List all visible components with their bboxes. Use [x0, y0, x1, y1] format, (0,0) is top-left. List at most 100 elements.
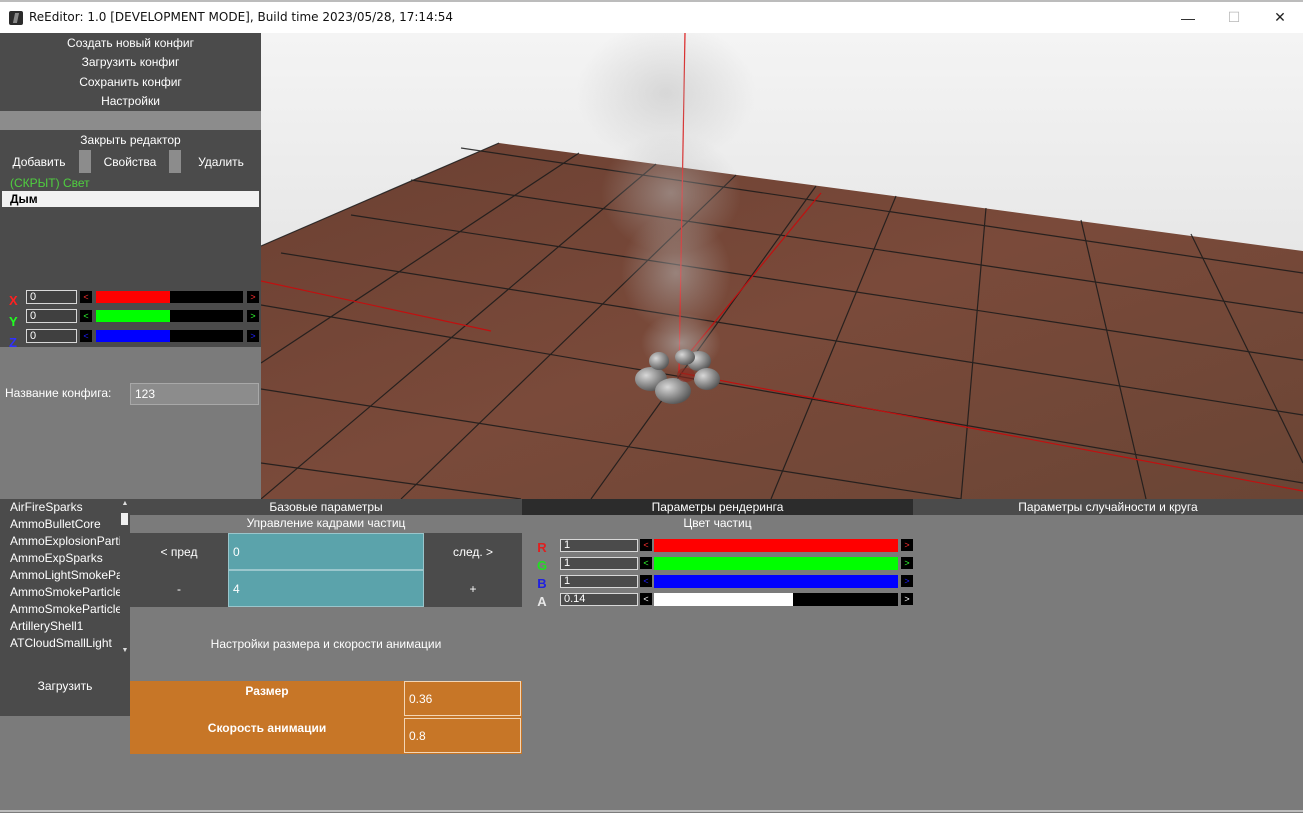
effects-list: AirFireSparks AmmoBulletCore AmmoExplosi…	[0, 499, 130, 655]
object-actions: Добавить Свойства Удалить	[0, 150, 261, 173]
animation-section-title: Настройки размера и скорости анимации	[130, 607, 522, 681]
add-button[interactable]: Добавить	[0, 150, 78, 173]
channel-input-b[interactable]: 1	[560, 575, 638, 588]
bottom-panel: AirFireSparks AmmoBulletCore AmmoExplosi…	[0, 499, 1303, 813]
object-list-item-light[interactable]: (СКРЫТ) Свет	[10, 176, 90, 190]
effects-list-item[interactable]: AmmoSmokeParticle	[0, 584, 120, 601]
frames-section-title: Управление кадрами частиц	[246, 516, 406, 530]
channel-label-r: R	[537, 540, 547, 555]
app-icon	[9, 11, 23, 25]
channel-b-decrement-button[interactable]: <	[640, 575, 652, 587]
tab-render-parameters[interactable]: Параметры рендеринга	[522, 499, 913, 515]
effects-list-item[interactable]: ArtilleryShell1	[0, 618, 120, 635]
axis-label-y: Y	[9, 314, 18, 329]
axis-x-slider[interactable]	[96, 291, 243, 303]
particle-color-title: Цвет частиц	[683, 516, 752, 530]
axis-y-increment-button[interactable]: >	[247, 310, 259, 322]
channel-b-slider[interactable]	[654, 575, 898, 588]
action-separator	[79, 150, 91, 173]
axis-x-fill	[96, 291, 170, 303]
axis-y-slider[interactable]	[96, 310, 243, 322]
tab-random-parameters[interactable]: Параметры случайности и круга	[913, 499, 1303, 515]
animation-speed-input[interactable]: 0.8	[404, 718, 521, 753]
tab-base-parameters[interactable]: Базовые параметры	[130, 499, 522, 515]
axis-z-decrement-button[interactable]: <	[80, 330, 92, 342]
maximize-button[interactable]: ☐	[1211, 2, 1257, 33]
properties-button[interactable]: Свойства	[91, 150, 169, 173]
channel-g-slider[interactable]	[654, 557, 898, 570]
channel-b-increment-button[interactable]: >	[901, 575, 913, 587]
effects-list-item[interactable]: AmmoSmokeParticle	[0, 601, 120, 618]
channel-input-r[interactable]: 1	[560, 539, 638, 552]
frame-count-input[interactable]: 4	[228, 570, 424, 607]
scroll-thumb[interactable]	[121, 513, 128, 525]
minimize-button[interactable]: —	[1165, 2, 1211, 33]
effects-list-item[interactable]: AirFireSparks	[0, 499, 120, 516]
config-name-input[interactable]: 123	[130, 383, 259, 405]
size-input[interactable]: 0.36	[404, 681, 521, 716]
axis-x-decrement-button[interactable]: <	[80, 291, 92, 303]
axis-input-y[interactable]: 0	[26, 309, 77, 323]
frames-controls: < пред 0 след. > - 4 +	[130, 533, 522, 607]
axis-x-increment-button[interactable]: >	[247, 291, 259, 303]
scroll-up-icon[interactable]: ▲	[120, 499, 130, 508]
axis-y-fill	[96, 310, 170, 322]
channel-input-a[interactable]: 0.14	[560, 593, 638, 606]
config-name-label: Название конфига:	[5, 386, 112, 400]
object-list-item-smoke[interactable]: Дым	[2, 191, 259, 207]
increase-frames-button[interactable]: +	[424, 570, 522, 607]
close-window-button[interactable]: ✕	[1257, 2, 1303, 33]
load-effect-button[interactable]: Загрузить	[0, 655, 130, 716]
axis-row-x: X 0 < >	[0, 289, 261, 308]
menu-load-config[interactable]: Загрузить конфиг	[0, 53, 261, 73]
left-panel: Создать новый конфиг Загрузить конфиг Со…	[0, 33, 261, 499]
channel-r-slider[interactable]	[654, 539, 898, 552]
axis-label-x: X	[9, 293, 18, 308]
axis-label-z: Z	[9, 335, 17, 350]
decrease-frames-button[interactable]: -	[130, 570, 228, 607]
animation-settings: Размер 0.36 Скорость анимации 0.8	[130, 681, 522, 754]
menu-save-config[interactable]: Сохранить конфиг	[0, 72, 261, 92]
channel-r-increment-button[interactable]: >	[901, 539, 913, 551]
frame-index-input[interactable]: 0	[228, 533, 424, 570]
axis-z-slider[interactable]	[96, 330, 243, 342]
axis-row-y: Y 0 < >	[0, 308, 261, 329]
channel-a-increment-button[interactable]: >	[901, 593, 913, 605]
object-list: (СКРЫТ) Свет Дым	[0, 173, 261, 283]
channel-label-b: B	[537, 576, 547, 591]
window-titlebar: ReEditor: 1.0 [DEVELOPMENT MODE], Build …	[0, 0, 1303, 33]
effects-list-item[interactable]: AmmoBulletCore	[0, 516, 120, 533]
effects-scrollbar[interactable]: ▲ ▼	[120, 499, 130, 655]
channel-g-fill	[654, 557, 898, 570]
main-menu: Создать новый конфиг Загрузить конфиг Со…	[0, 33, 261, 111]
color-row-g: G 1 < >	[535, 557, 915, 573]
effects-list-item[interactable]: AmmoExpSparks	[0, 550, 120, 567]
delete-button[interactable]: Удалить	[181, 150, 261, 173]
effects-list-item[interactable]: ATCloudSmallLight	[0, 635, 120, 652]
channel-r-decrement-button[interactable]: <	[640, 539, 652, 551]
scroll-down-icon[interactable]: ▼	[120, 646, 130, 655]
axis-input-z[interactable]: 0	[26, 329, 77, 343]
channel-g-increment-button[interactable]: >	[901, 557, 913, 569]
channel-input-g[interactable]: 1	[560, 557, 638, 570]
parameter-tabs: Базовые параметры Параметры рендеринга П…	[130, 499, 1303, 515]
menu-divider	[0, 111, 261, 130]
prev-frame-button[interactable]: < пред	[130, 533, 228, 570]
scene-viewport[interactable]	[261, 33, 1303, 499]
channel-a-decrement-button[interactable]: <	[640, 593, 652, 605]
scene-render	[261, 33, 1303, 499]
menu-create-config[interactable]: Создать новый конфиг	[0, 33, 261, 53]
axis-z-increment-button[interactable]: >	[247, 330, 259, 342]
menu-settings[interactable]: Настройки	[0, 92, 261, 112]
effects-list-item[interactable]: AmmoExplosionParti	[0, 533, 120, 550]
effects-list-item[interactable]: AmmoLightSmokePa	[0, 567, 120, 584]
channel-g-decrement-button[interactable]: <	[640, 557, 652, 569]
action-separator	[169, 150, 181, 173]
axis-input-x[interactable]: 0	[26, 290, 77, 304]
position-controls: X 0 < > Y 0 < > Z 0 < >	[0, 283, 261, 350]
channel-a-slider[interactable]	[654, 593, 898, 606]
axis-y-decrement-button[interactable]: <	[80, 310, 92, 322]
color-row-a: A 0.14 < >	[535, 593, 915, 609]
close-editor-button[interactable]: Закрыть редактор	[0, 130, 261, 150]
next-frame-button[interactable]: след. >	[424, 533, 522, 570]
